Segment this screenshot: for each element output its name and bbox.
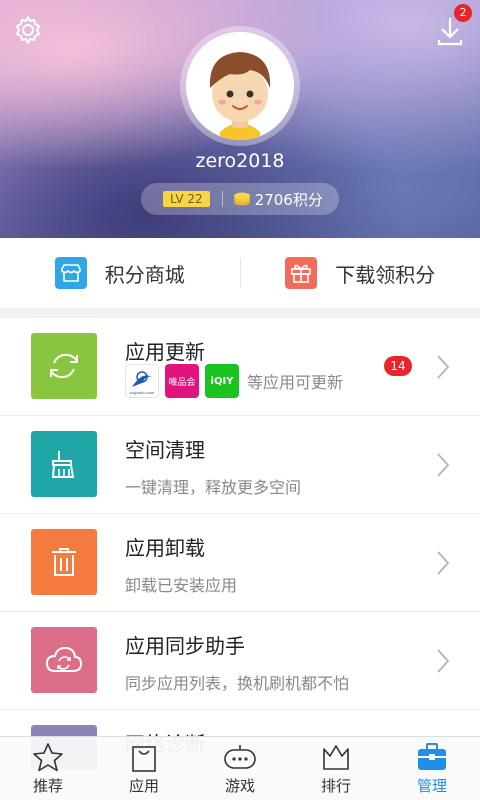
download-rewards-button[interactable]: 下载领积分 — [241, 238, 480, 308]
coin-stack-icon — [233, 192, 250, 206]
avatar[interactable] — [180, 26, 300, 146]
stats-divider — [221, 191, 223, 207]
quick-actions-bar: 积分商城 下载领积分 — [0, 238, 480, 308]
settings-gear-icon[interactable] — [12, 14, 44, 46]
download-rewards-label: 下载领积分 — [335, 262, 436, 287]
tab-manage-label: 管理 — [416, 777, 447, 795]
tab-ranking[interactable]: 排行 — [288, 737, 384, 800]
chevron-right-icon — [437, 453, 450, 477]
manage-list: 应用更新 zuiyoubo.com 唯品会 iQIY 等应用可更新 14 空间清… — [0, 318, 480, 770]
update-count-badge: 14 — [384, 356, 412, 376]
sync-title: 应用同步助手 — [125, 634, 245, 658]
chevron-right-icon — [437, 649, 450, 673]
trash-icon — [31, 529, 97, 595]
star-icon — [33, 743, 63, 772]
list-item-sync[interactable]: 应用同步助手 同步应用列表，换机刷机都不怕 — [0, 612, 480, 710]
points-mall-button[interactable]: 积分商城 — [0, 238, 240, 308]
mini-app-zuiyoubo-icon: zuiyoubo.com — [125, 364, 159, 398]
tab-apps-label: 应用 — [128, 777, 159, 795]
points-value: 2706积分 — [254, 190, 323, 209]
list-item-space-clean[interactable]: 空间清理 一键清理，释放更多空间 — [0, 416, 480, 514]
mini-app-vipshop-icon: 唯品会 — [165, 364, 199, 398]
tab-games[interactable]: 游戏 — [192, 737, 288, 800]
space-clean-subtitle: 一键清理，释放更多空间 — [125, 478, 302, 497]
chevron-right-icon — [437, 551, 450, 575]
refresh-icon — [31, 333, 97, 399]
shopping-bag-icon — [132, 746, 156, 772]
tab-ranking-label: 排行 — [320, 777, 351, 795]
tab-recommend[interactable]: 推荐 — [0, 737, 96, 800]
download-count-badge: 2 — [454, 4, 472, 22]
broom-icon — [31, 431, 97, 497]
sync-subtitle: 同步应用列表，换机刷机都不怕 — [125, 674, 350, 693]
store-icon — [54, 257, 87, 289]
toolbox-icon — [418, 743, 446, 770]
user-stats-pill[interactable]: LV 22 2706积分 — [141, 183, 339, 215]
bottom-tab-bar: 推荐 应用 游戏 排行 管理 — [0, 736, 480, 800]
app-update-title: 应用更新 — [125, 340, 205, 364]
tab-recommend-label: 推荐 — [32, 777, 63, 795]
crown-icon — [323, 745, 349, 770]
gamepad-icon — [224, 745, 256, 769]
app-update-subtitle: 等应用可更新 — [247, 373, 344, 392]
uninstall-subtitle: 卸载已安装应用 — [125, 576, 238, 595]
list-item-app-update[interactable]: 应用更新 zuiyoubo.com 唯品会 iQIY 等应用可更新 14 — [0, 318, 480, 416]
tab-manage[interactable]: 管理 — [384, 737, 480, 800]
uninstall-title: 应用卸载 — [125, 536, 205, 560]
points-mall-label: 积分商城 — [104, 262, 185, 287]
mini-app-iqiyi-icon: iQIY — [205, 364, 239, 398]
cloud-sync-icon — [31, 627, 97, 693]
gift-icon — [285, 257, 318, 289]
updatable-apps: zuiyoubo.com 唯品会 iQIY 等应用可更新 — [125, 364, 343, 398]
tab-games-label: 游戏 — [224, 777, 255, 795]
space-clean-title: 空间清理 — [125, 438, 205, 462]
chevron-right-icon — [437, 355, 450, 379]
mini-app-zuiyoubo-label: zuiyoubo.com — [130, 390, 155, 395]
tab-apps[interactable]: 应用 — [96, 737, 192, 800]
username: zero2018 — [195, 150, 285, 172]
list-item-uninstall[interactable]: 应用卸载 卸载已安装应用 — [0, 514, 480, 612]
avatar-cartoon-boy-icon — [186, 32, 294, 140]
level-badge: LV 22 — [163, 191, 210, 207]
profile-header: 2 zero2018 LV 22 2706积分 — [0, 0, 480, 238]
